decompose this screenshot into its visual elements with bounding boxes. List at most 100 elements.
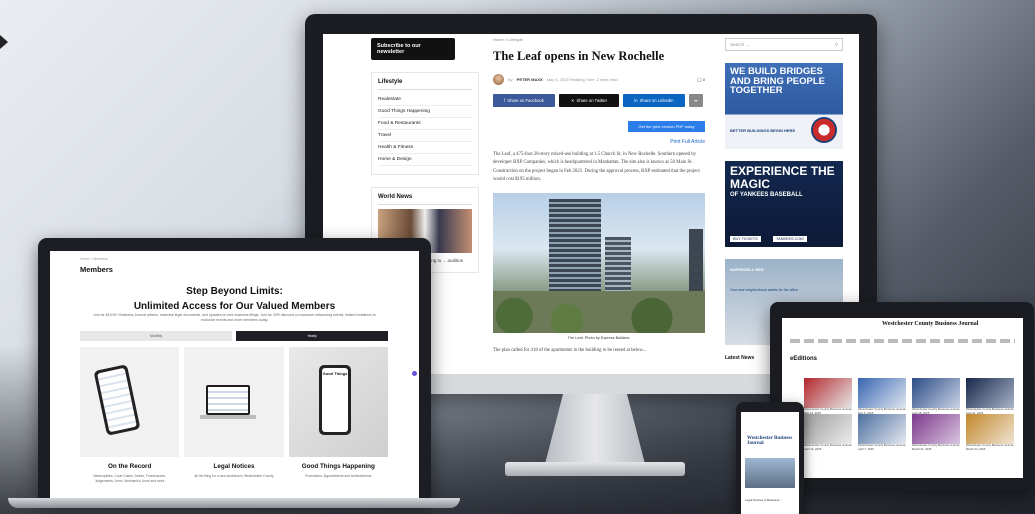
tab-yearly[interactable]: Yearly — [236, 331, 388, 341]
x-icon: ✕ — [571, 98, 575, 103]
image-caption: The Leaf. Photo by Express Builders. — [567, 335, 631, 340]
buy-tickets-button[interactable]: BUY TICKETS — [730, 236, 761, 242]
yankees-link[interactable]: YANKEES.COM — [773, 236, 807, 242]
linkedin-icon: in — [634, 98, 638, 103]
card-description: Promotions, Appointments and Achievement… — [305, 474, 372, 478]
share-linkedin-label: Share on LinkedIn — [639, 98, 674, 103]
byline-by: By — [508, 77, 513, 82]
advertisement-bridges[interactable]: WE BUILD BRIDGES AND BRING PEOPLE TOGETH… — [725, 63, 843, 149]
site-logo[interactable]: Westchester County Business Journal — [882, 321, 978, 327]
laptop-base — [8, 498, 460, 508]
monitor-stand-base — [505, 462, 685, 476]
issue-thumbnail[interactable]: Westchester County Business Journal, Apr… — [858, 414, 906, 451]
share-icon: ➦ — [694, 98, 698, 103]
tablet-screen: Westchester County Business Journal eEdi… — [782, 318, 1023, 478]
top-navigation[interactable] — [790, 339, 1015, 343]
share-bar: f Share on Facebook ✕ Share on Twitter in S… — [493, 94, 705, 107]
issue-thumbnail[interactable]: Westchester County Business Journal, Apr… — [912, 378, 960, 415]
membership-card[interactable]: On the Record Bankruptcies, Court Cases,… — [80, 347, 180, 484]
facebook-icon: f — [504, 98, 506, 103]
billing-tabs: Monthly Yearly — [80, 331, 388, 341]
comments-count[interactable]: ◯ 0 — [697, 77, 705, 82]
laptop: Home > Members Members Step Beyond Limit… — [38, 238, 431, 500]
lifestyle-item[interactable]: Food & Restaurants — [378, 118, 472, 130]
membership-cards: On the Record Bankruptcies, Court Cases,… — [80, 347, 388, 484]
smartphone: Westchester Business Journal Legal Notic… — [736, 402, 804, 514]
phone-mockup — [93, 364, 141, 436]
card-label: On the Record — [107, 463, 152, 470]
issue-thumbnail[interactable]: Westchester County Business Journal, May… — [858, 378, 906, 415]
search-input[interactable]: Search ... ⚲ — [725, 38, 843, 51]
search-icon[interactable]: ⚲ — [835, 42, 838, 48]
issue-caption: Westchester County Business Journal, Mar… — [966, 443, 1014, 451]
site-logo[interactable]: Westchester Business Journal — [747, 436, 799, 446]
ad-headline: EXPERIENCE THE MAGIC — [730, 164, 835, 191]
issue-thumbnail[interactable]: Westchester County Business Journal, Mar… — [912, 414, 960, 451]
lifestyle-title: Lifestyle — [378, 79, 472, 90]
issue-caption: Westchester County Business Journal, Apr… — [858, 443, 906, 451]
print-article-link[interactable]: Print Full Article — [493, 139, 705, 145]
issue-thumbnail[interactable]: Westchester County Business Journal, Mar… — [966, 414, 1014, 451]
advertisement-yankees[interactable]: EXPERIENCE THE MAGIC OF YANKEES BASEBALL… — [725, 161, 843, 247]
card-description: All the filing for a new business in Wes… — [194, 474, 274, 478]
author-name[interactable]: PETER MAXX — [517, 77, 543, 82]
card-description: Bankruptcies, Court Cases, Deeds, Forecl… — [93, 474, 166, 483]
members-headline: Step Beyond Limits: Unlimited Access for… — [50, 285, 419, 314]
newsletter-button[interactable]: Subscribe to our newsletter — [371, 38, 455, 60]
lifestyle-item[interactable]: Realestate — [378, 94, 472, 106]
card-image: Good Things — [288, 347, 388, 457]
breadcrumb[interactable]: Home > Lifestyle — [493, 37, 705, 42]
author-avatar — [493, 74, 504, 85]
ad-brand: SUPERCELL RED — [730, 267, 764, 272]
trees — [493, 290, 705, 333]
phone-screen: Westchester Business Journal Legal Notic… — [741, 412, 799, 514]
share-linkedin-button[interactable]: in Share on LinkedIn — [623, 94, 685, 107]
members-description: Join for $19.99 / Business Journal artic… — [93, 313, 376, 323]
issue-thumbnail[interactable]: Westchester County Business Journal, May… — [804, 378, 852, 415]
article-paragraph: The plan called for 418 of the apartment… — [493, 347, 647, 353]
ad-headline: WE BUILD BRIDGES AND BRING PEOPLE TOGETH… — [730, 66, 826, 97]
tab-monthly[interactable]: Monthly — [80, 331, 232, 341]
share-facebook-label: Share on Facebook — [507, 98, 544, 103]
headline-line: Step Beyond Limits: — [186, 286, 283, 297]
article-headline: The Leaf opens in New Rochelle — [493, 49, 665, 63]
comments-number: 0 — [702, 77, 705, 82]
search-placeholder: Search ... — [730, 42, 750, 47]
tablet: Westchester County Business Journal eEdi… — [770, 302, 1034, 490]
laptop-screen: Home > Members Members Step Beyond Limit… — [50, 251, 419, 500]
lifestyle-item[interactable]: Travel — [378, 130, 472, 142]
byline: By PETER MAXX May 6, 2025 Reading Time: … — [493, 74, 705, 85]
membership-card[interactable]: Good Things Good Things Happening Promot… — [288, 347, 388, 484]
issue-thumbnail[interactable]: Westchester County Business Journal, Apr… — [966, 378, 1014, 415]
lifestyle-item[interactable]: Health & Fitness — [378, 142, 472, 154]
card-label: Good Things Happening — [301, 463, 375, 470]
ad-subline: Your new neighborhood awaits for the off… — [730, 288, 798, 292]
chat-indicator-icon[interactable] — [412, 371, 417, 376]
membership-card[interactable]: Legal Notices All the filing for a new b… — [184, 347, 284, 484]
arrow-icon — [0, 35, 8, 49]
share-twitter-label: Share on Twitter — [576, 98, 607, 103]
lifestyle-item[interactable]: Good Things Happening — [378, 106, 472, 118]
issue-caption: Westchester County Business Journal, Apr… — [804, 443, 852, 451]
breadcrumb[interactable]: Home > Members — [80, 257, 108, 261]
article-paragraph: The Leaf, a 475-foot 28-story mixed-use … — [493, 152, 700, 183]
card-label: Legal Notices — [213, 463, 255, 470]
article-image — [493, 192, 705, 333]
share-twitter-button[interactable]: ✕ Share on Twitter — [559, 94, 619, 107]
article-thumbnail[interactable] — [745, 458, 795, 488]
pdf-button[interactable]: Get the print version PDF today — [628, 121, 705, 132]
card-image — [80, 347, 180, 457]
cover-title: Good Things — [322, 371, 348, 376]
headline-line: Unlimited Access for Our Valued Members — [133, 300, 336, 312]
laptop-mockup — [200, 385, 257, 419]
article-date: May 6, 2025 Reading Time: 2 mins read — [546, 77, 618, 82]
share-more-button[interactable]: ➦ — [689, 94, 703, 107]
lifestyle-widget: Lifestyle Realestate Good Things Happeni… — [371, 72, 479, 175]
article-snippet[interactable]: Legal Notices in Business... — [745, 498, 782, 502]
lifestyle-item[interactable]: Home & Design — [378, 154, 472, 166]
ad-subline: BETTER BUILDINGS BEGIN HERE — [730, 128, 796, 133]
world-news-title: World News — [378, 194, 472, 205]
issue-thumbnail[interactable]: Westchester County Business Journal, Apr… — [804, 414, 852, 451]
share-facebook-button[interactable]: f Share on Facebook — [493, 94, 555, 107]
ad-subline: OF YANKEES BASEBALL — [730, 192, 803, 199]
